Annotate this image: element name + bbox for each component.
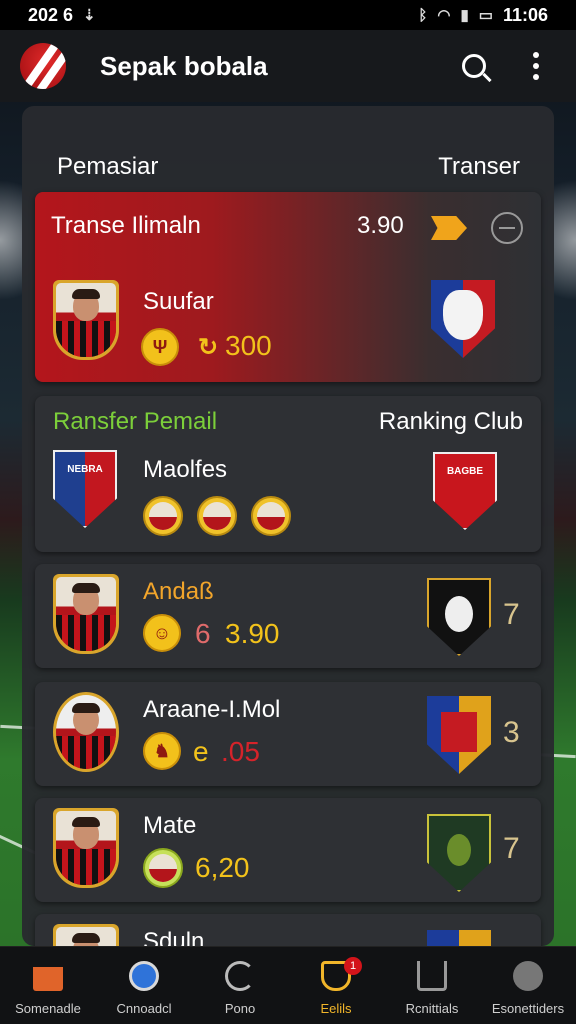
transfer-panel: Pemasiar Transer Transe Ilimaln 3.90 Suu…: [22, 106, 554, 946]
club-crest-icon: [427, 696, 491, 774]
arrow-right-icon[interactable]: [431, 216, 467, 240]
player-avatar[interactable]: [53, 280, 119, 360]
player-avatar: [53, 924, 119, 946]
member-avatar[interactable]: [143, 496, 183, 536]
nav-label: Somenadle: [15, 1001, 81, 1016]
player-name: Mate: [143, 812, 197, 839]
panel-header: Pemasiar Transer: [22, 106, 554, 192]
crest-right-text: BAGBE: [446, 466, 484, 477]
club-crest-left: NEBRA: [53, 450, 117, 528]
club-crest-icon: [427, 930, 491, 946]
value-prefix: e: [193, 736, 209, 767]
player-row[interactable]: Araane-I.Mol ♞ e .05 3: [35, 682, 541, 786]
club-card-title: Ransfer Pemail: [53, 408, 218, 435]
swap-icon: ↻: [197, 333, 219, 361]
player-value: 6,20: [195, 852, 250, 883]
club-crest-icon: [427, 578, 491, 656]
player-row[interactable]: Andaß ☺ 6 3.90 7: [35, 564, 541, 668]
featured-player-name: Suufar: [143, 288, 214, 315]
player-value: .05: [221, 736, 260, 767]
wifi-icon: ◠: [437, 7, 451, 24]
badge-icon: [143, 848, 183, 888]
value-prefix: 6: [195, 618, 211, 649]
player-name: Sduln: [143, 928, 205, 946]
nav-item-rcnittials[interactable]: Rcnittials: [384, 947, 480, 1024]
featured-value: 300: [225, 330, 272, 361]
crest-left-text: NEBRA: [67, 464, 103, 475]
featured-amount: 3.90: [357, 212, 404, 239]
nav-item-eelils[interactable]: 1 Eelils: [288, 947, 384, 1024]
player-rank: 3: [503, 716, 520, 749]
status-bar: 202 6 ⇣ ᛒ ◠ ▮ ▭ 11:06: [0, 0, 576, 30]
nav-label: Pono: [224, 1001, 256, 1016]
search-icon: [462, 54, 486, 78]
inbox-icon: [33, 967, 63, 991]
featured-transfer-card[interactable]: Transe Ilimaln 3.90 Suufar Ψ ↻ 300: [35, 192, 541, 382]
player-avatar: [53, 808, 119, 888]
more-options-button[interactable]: [516, 46, 556, 86]
status-time-left: 202 6: [28, 4, 74, 25]
player-rank: 7: [503, 598, 520, 631]
battery-icon: ▭: [478, 7, 493, 24]
player-avatar: [53, 692, 119, 772]
nav-item-somenadle[interactable]: Somenadle: [0, 947, 96, 1024]
notification-badge: 1: [344, 957, 362, 975]
app-bar: Sepak bobala: [0, 30, 576, 102]
club-name: Maolfes: [143, 456, 228, 483]
player-row[interactable]: Mate 6,20 7: [35, 798, 541, 902]
nav-item-cnnoadcl[interactable]: Cnnoadcl: [96, 947, 192, 1024]
ranking-club-title[interactable]: Ranking Club: [379, 408, 523, 436]
bottom-navigation: Somenadle Cnnoadcl Pono 1 Eelils Rcnitti…: [0, 946, 576, 1024]
player-row[interactable]: Sduln: [35, 914, 541, 946]
stadium-icon: [417, 961, 447, 991]
club-ranking-card[interactable]: Ransfer Pemail Ranking Club NEBRA Maolfe…: [35, 396, 541, 552]
app-logo[interactable]: [20, 43, 66, 89]
ball-icon: [129, 961, 159, 991]
player-value: 3.90: [225, 618, 280, 649]
remove-icon[interactable]: [491, 212, 523, 244]
nav-label: Esonettiders: [491, 1001, 565, 1016]
badge-icon: ♞: [143, 732, 181, 770]
crest-coin-icon: Ψ: [141, 328, 179, 366]
app-title: Sepak bobala: [100, 50, 268, 81]
featured-title: Transe Ilimaln: [51, 212, 201, 239]
bluetooth-icon: ᛒ: [418, 6, 428, 24]
download-icon: ⇣: [83, 7, 96, 24]
badge-icon: ☺: [143, 614, 181, 652]
refresh-icon: [225, 961, 255, 991]
nav-label: Eelils: [320, 1001, 352, 1016]
player-rank: 7: [503, 832, 520, 865]
status-time-right: 11:06: [502, 4, 548, 25]
club-crest-icon: [427, 814, 491, 892]
nav-item-pono[interactable]: Pono: [192, 947, 288, 1024]
panel-heading-right[interactable]: Transer: [438, 153, 520, 181]
player-avatar: [53, 574, 119, 654]
panel-heading-left: Pemasiar: [57, 153, 159, 180]
club-crest-right: BAGBE: [433, 452, 497, 530]
player-name: Andaß: [143, 578, 214, 605]
nav-item-esonettiders[interactable]: Esonettiders: [480, 947, 576, 1024]
tools-icon: [513, 961, 543, 991]
nav-label: Cnnoadcl: [116, 1001, 172, 1016]
nav-label: Rcnittials: [405, 1001, 459, 1016]
member-avatar[interactable]: [251, 496, 291, 536]
search-button[interactable]: [454, 46, 494, 86]
member-avatar[interactable]: [197, 496, 237, 536]
club-crest-icon: [431, 280, 495, 358]
player-name: Araane-I.Mol: [143, 696, 281, 723]
signal-icon: ▮: [460, 7, 469, 24]
more-vert-icon: [533, 52, 539, 80]
